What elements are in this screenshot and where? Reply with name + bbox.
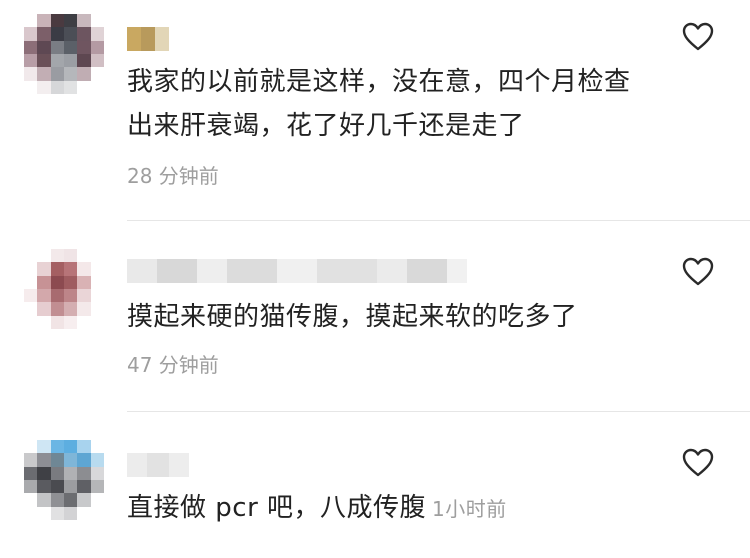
heart-outline-icon[interactable] (682, 448, 714, 478)
comment-item: 直接做 pcr 吧，八成传腹 1小时前 (0, 412, 750, 558)
comment-text: 我家的以前就是这样，没在意，四个月检查出来肝衰竭，花了好几千还是走了 (127, 67, 631, 141)
comment-time: 28 分钟前 (127, 164, 219, 188)
comment-item: 我家的以前就是这样，没在意，四个月检查出来肝衰竭，花了好几千还是走了 28 分钟… (0, 0, 750, 220)
comment-text: 直接做 pcr 吧，八成传腹 1小时前 (127, 486, 630, 531)
username[interactable] (127, 26, 169, 52)
comment-text: 摸起来硬的猫传腹，摸起来软的吃多了 (127, 302, 578, 332)
heart-outline-icon[interactable] (682, 257, 714, 287)
heart-outline-icon[interactable] (682, 22, 714, 52)
comment-text-content: 直接做 pcr 吧，八成传腹 (127, 493, 427, 523)
avatar[interactable] (24, 14, 104, 94)
comment-item: 摸起来硬的猫传腹，摸起来软的吃多了 47 分钟前 (0, 221, 750, 411)
comment-time: 1小时前 (432, 497, 507, 521)
username[interactable] (127, 452, 189, 478)
comment-time: 47 分钟前 (127, 353, 219, 377)
username[interactable] (127, 258, 467, 284)
avatar[interactable] (24, 440, 104, 520)
avatar[interactable] (24, 249, 104, 329)
